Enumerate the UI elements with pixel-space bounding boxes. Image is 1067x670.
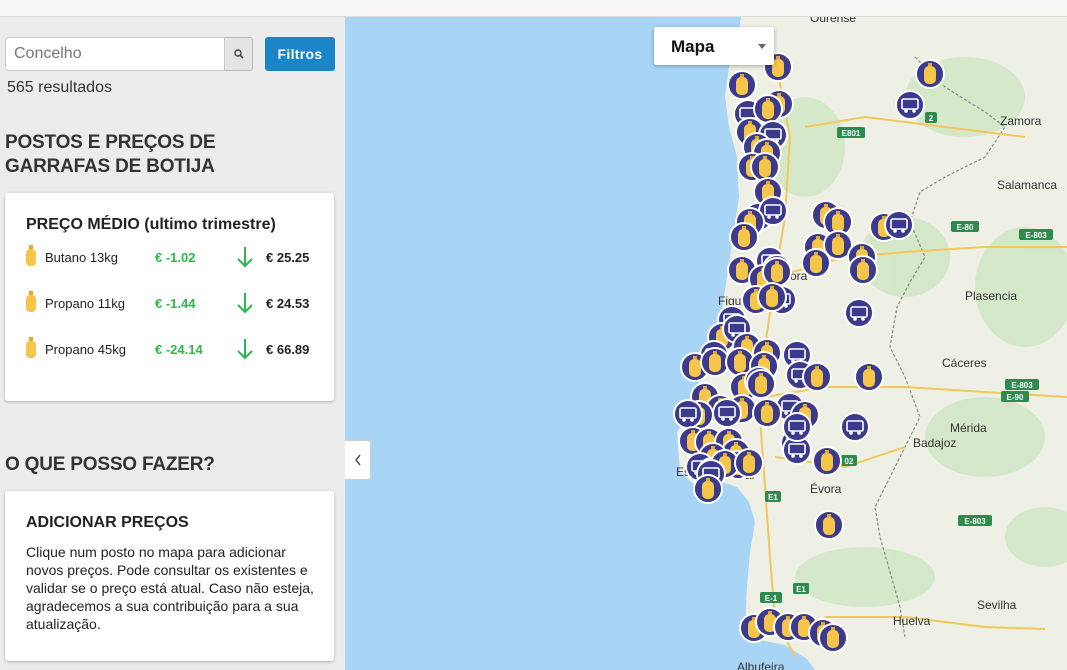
map-place-label: Albufeira (737, 660, 785, 670)
help-card-body: Clique num posto no mapa para adicionar … (26, 544, 314, 632)
product-name: Propano 11kg (45, 296, 125, 311)
bottle-marker[interactable] (762, 257, 792, 287)
svg-text:E-80: E-80 (957, 223, 974, 232)
map-canvas[interactable]: Ourense Zamora Salamanca Plasencia Cáceres Mé… (345, 17, 1067, 670)
arrow-down-icon (237, 339, 253, 360)
arrow-down-icon (237, 293, 253, 314)
price-delta: € -1.02 (155, 250, 196, 265)
svg-text:E-803: E-803 (964, 517, 986, 526)
map-type-select[interactable]: Mapa (654, 27, 774, 65)
results-count: 565 resultados (7, 79, 112, 96)
search-input[interactable] (5, 37, 225, 71)
bottle-marker[interactable] (753, 94, 783, 124)
map-place-label: Ourense (810, 17, 856, 25)
average-price: € 24.53 (266, 296, 310, 311)
bottle-marker[interactable] (734, 448, 764, 478)
sidebar: Filtros 565 resultados POSTOS E PREÇOS D… (0, 17, 345, 670)
browser-top-strip (0, 0, 1067, 17)
road-shield: E-803 (1005, 379, 1039, 390)
road-shield: E-1 (760, 592, 782, 603)
svg-text:2: 2 (929, 114, 934, 123)
search-bar (5, 37, 253, 71)
road-shield: E801 (837, 127, 865, 138)
section-title: POSTOS E PREÇOS DE GARRAFAS DE BOTIJA (5, 132, 216, 177)
map-place-label: Cáceres (942, 356, 987, 370)
truck-marker[interactable] (844, 298, 874, 328)
truck-marker[interactable] (712, 398, 742, 428)
price-row-propano-45: Propano 45kg € -24.14 € 66.89 (25, 337, 325, 361)
bottle-marker[interactable] (802, 362, 832, 392)
bottle-marker[interactable] (750, 152, 780, 182)
price-row-butano: Butano 13kg € -1.02 € 25.25 (25, 245, 325, 269)
map-place-label: Mérida (950, 421, 987, 435)
average-price-card: PREÇO MÉDIO (ultimo trimestre) Butano 13… (5, 193, 334, 401)
svg-text:E-90: E-90 (1007, 393, 1024, 402)
search-button[interactable] (225, 37, 253, 71)
filters-button[interactable]: Filtros (265, 37, 335, 71)
svg-text:E-803: E-803 (1025, 231, 1047, 240)
bottle-marker[interactable] (812, 446, 842, 476)
bottle-marker[interactable] (729, 222, 759, 252)
bottle-marker[interactable] (727, 70, 757, 100)
svg-text:E1: E1 (768, 493, 778, 502)
truck-marker[interactable] (895, 90, 925, 120)
svg-text:E-1: E-1 (765, 594, 778, 603)
svg-text:E801: E801 (842, 129, 861, 138)
chevron-left-icon (354, 454, 361, 466)
truck-marker[interactable] (673, 399, 703, 429)
gas-bottle-icon (26, 245, 36, 266)
bottle-marker[interactable] (854, 362, 884, 392)
map-place-label: Badajoz (913, 436, 956, 450)
bottle-marker[interactable] (848, 255, 878, 285)
product-name: Butano 13kg (45, 250, 119, 265)
svg-text:E-803: E-803 (1011, 381, 1033, 390)
road-shield: 02 (841, 455, 857, 466)
product-name: Propano 45kg (45, 342, 126, 357)
road-shield: E-803 (1019, 229, 1053, 240)
road-shield: 2 (925, 112, 937, 123)
price-row-propano-11: Propano 11kg € -1.44 € 24.53 (25, 291, 325, 315)
average-price: € 25.25 (266, 250, 310, 265)
bottle-marker[interactable] (801, 248, 831, 278)
price-delta: € -24.14 (155, 342, 203, 357)
map-place-label: Huelva (893, 614, 931, 628)
road-shield: E-80 (951, 221, 979, 232)
road-shield: E1 (793, 583, 809, 594)
gas-bottle-icon (26, 337, 36, 358)
help-section-title: O QUE POSSO FAZER? (5, 454, 215, 475)
truck-marker[interactable] (782, 412, 812, 442)
road-shield: E1 (765, 491, 781, 502)
gas-bottle-icon (26, 291, 36, 312)
bottle-marker[interactable] (814, 510, 844, 540)
bottle-marker[interactable] (693, 474, 723, 504)
road-shield: E-90 (1001, 391, 1029, 402)
svg-text:E1: E1 (796, 585, 806, 594)
arrow-down-icon (237, 247, 253, 268)
chevron-down-icon (758, 44, 766, 49)
bottle-marker[interactable] (915, 59, 945, 89)
collapse-sidebar-button[interactable] (345, 440, 371, 480)
bottle-marker[interactable] (818, 623, 848, 653)
truck-marker[interactable] (840, 412, 870, 442)
help-card: ADICIONAR PREÇOS Clique num posto no map… (5, 491, 334, 661)
bottle-marker[interactable] (757, 282, 787, 312)
average-price: € 66.89 (266, 342, 310, 357)
bottle-marker[interactable] (700, 347, 730, 377)
help-card-title: ADICIONAR PREÇOS (26, 514, 189, 531)
road-shield: E-803 (958, 515, 992, 526)
average-price-title: PREÇO MÉDIO (ultimo trimestre) (26, 216, 276, 233)
map-place-label: Évora (810, 481, 842, 496)
map-place-label: Salamanca (997, 178, 1057, 192)
map-place-label: Plasencia (965, 289, 1017, 303)
map-place-label: Sevilha (977, 598, 1017, 612)
svg-text:02: 02 (845, 457, 854, 466)
map[interactable]: Ourense Zamora Salamanca Plasencia Cáceres Mé… (345, 17, 1067, 670)
search-icon (233, 49, 244, 59)
bottle-marker[interactable] (752, 398, 782, 428)
price-delta: € -1.44 (155, 296, 196, 311)
truck-marker[interactable] (884, 210, 914, 240)
map-type-label: Mapa (671, 37, 715, 56)
bottle-marker[interactable] (746, 369, 776, 399)
map-place-label: Zamora (1000, 114, 1042, 128)
